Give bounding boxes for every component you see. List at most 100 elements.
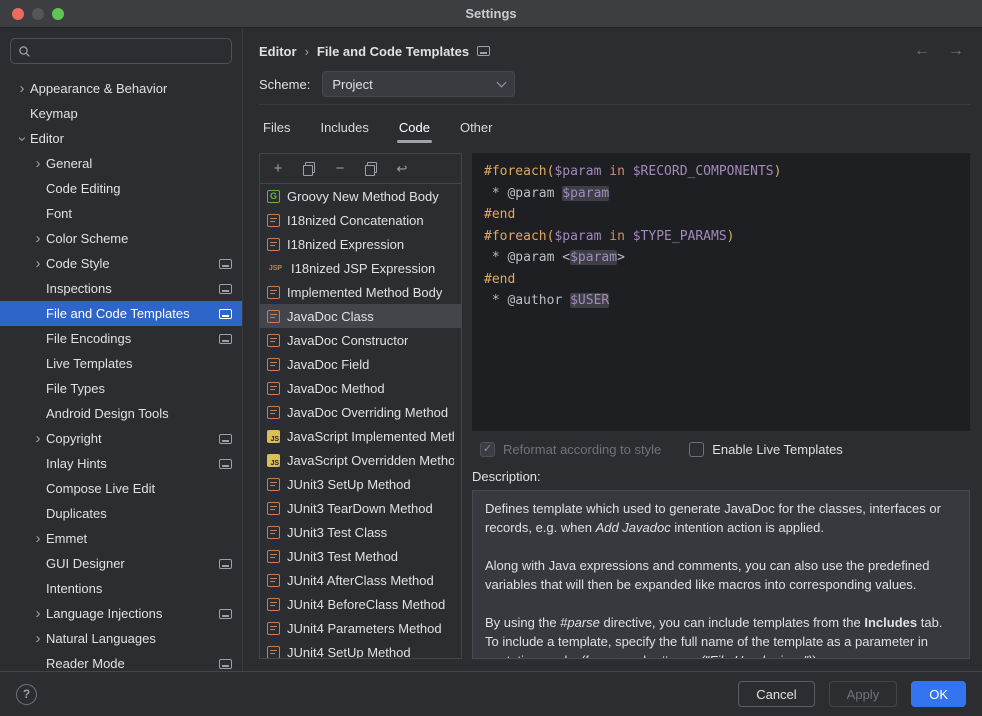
template-item-i18nized-concatenation[interactable]: I18nized Concatenation: [260, 208, 461, 232]
template-icon: [267, 334, 280, 347]
sidebar-item-inlay-hints[interactable]: Inlay Hints: [0, 451, 242, 476]
template-item-label: JavaDoc Field: [287, 357, 369, 372]
chevron-down-icon[interactable]: ›: [15, 131, 29, 147]
question-mark-icon: ?: [23, 687, 30, 701]
zoom-window-icon[interactable]: [52, 8, 64, 20]
sidebar-item-intentions[interactable]: Intentions: [0, 576, 242, 601]
template-item-label: Implemented Method Body: [287, 285, 442, 300]
template-item-i18nized-expression[interactable]: I18nized Expression: [260, 232, 461, 256]
sidebar-item-code-style[interactable]: ›Code Style: [0, 251, 242, 276]
sidebar-item-compose-live-edit[interactable]: Compose Live Edit: [0, 476, 242, 501]
sidebar-item-language-injections[interactable]: ›Language Injections: [0, 601, 242, 626]
sidebar-item-code-editing[interactable]: Code Editing: [0, 176, 242, 201]
sidebar-item-font[interactable]: Font: [0, 201, 242, 226]
revert-icon[interactable]: [394, 161, 410, 177]
chevron-right-icon[interactable]: ›: [14, 82, 30, 96]
template-item-junit4-setup-method[interactable]: JUnit4 SetUp Method: [260, 640, 461, 658]
search-icon: [18, 45, 31, 58]
sidebar-item-file-types[interactable]: File Types: [0, 376, 242, 401]
ok-button[interactable]: OK: [911, 681, 966, 707]
template-item-javadoc-constructor[interactable]: JavaDoc Constructor: [260, 328, 461, 352]
template-tabs: Files Includes Code Other: [259, 105, 970, 149]
forward-arrow-icon[interactable]: →: [948, 42, 964, 60]
sidebar-item-keymap[interactable]: Keymap: [0, 101, 242, 126]
template-editor[interactable]: #foreach($param in $RECORD_COMPONENTS) *…: [472, 153, 970, 431]
chevron-right-icon[interactable]: ›: [30, 257, 46, 271]
template-item-junit4-parameters-method[interactable]: JUnit4 Parameters Method: [260, 616, 461, 640]
template-item-junit4-beforeclass-method[interactable]: JUnit4 BeforeClass Method: [260, 592, 461, 616]
sidebar-item-inspections[interactable]: Inspections: [0, 276, 242, 301]
tab-files[interactable]: Files: [263, 105, 290, 149]
template-item-javadoc-class[interactable]: JavaDoc Class: [260, 304, 461, 328]
description-text: Defines template which used to generate …: [472, 490, 970, 659]
template-item-label: JUnit3 Test Class: [287, 525, 387, 540]
template-detail-pane: #foreach($param in $RECORD_COMPONENTS) *…: [472, 153, 970, 659]
breadcrumb-editor[interactable]: Editor: [259, 44, 297, 59]
checkbox-icon: ✓: [480, 442, 495, 457]
chevron-right-icon[interactable]: ›: [30, 432, 46, 446]
sidebar-item-label: Code Style: [46, 256, 110, 271]
jsp-icon: JSP: [267, 262, 284, 275]
reformat-checkbox: ✓ Reformat according to style: [480, 442, 661, 457]
sidebar-item-android-design-tools[interactable]: Android Design Tools: [0, 401, 242, 426]
sidebar-item-duplicates[interactable]: Duplicates: [0, 501, 242, 526]
enable-live-templates-checkbox[interactable]: Enable Live Templates: [689, 442, 843, 457]
chevron-right-icon[interactable]: ›: [30, 607, 46, 621]
sidebar-item-editor[interactable]: ›Editor: [0, 126, 242, 151]
duplicate-icon[interactable]: [363, 161, 379, 177]
template-item-junit3-setup-method[interactable]: JUnit3 SetUp Method: [260, 472, 461, 496]
minimize-window-icon: [32, 8, 44, 20]
template-item-javascript-implemented-method[interactable]: JSJavaScript Implemented Method: [260, 424, 461, 448]
screen-icon: [219, 309, 232, 319]
template-item-label: I18nized Expression: [287, 237, 404, 252]
template-item-label: JavaScript Overridden Method: [287, 453, 454, 468]
sidebar-item-file-encodings[interactable]: File Encodings: [0, 326, 242, 351]
sidebar-item-appearance-behavior[interactable]: ›Appearance & Behavior: [0, 76, 242, 101]
window-title: Settings: [465, 6, 516, 21]
add-icon[interactable]: [270, 161, 286, 177]
chevron-right-icon[interactable]: ›: [30, 532, 46, 546]
sidebar-item-label: File and Code Templates: [46, 306, 190, 321]
tab-code[interactable]: Code: [399, 105, 430, 149]
tab-other[interactable]: Other: [460, 105, 493, 149]
sidebar-item-label: Natural Languages: [46, 631, 156, 646]
settings-search-field[interactable]: [10, 38, 232, 64]
settings-search-input[interactable]: [36, 44, 224, 59]
back-arrow-icon[interactable]: ←: [914, 42, 930, 60]
template-item-junit3-teardown-method[interactable]: JUnit3 TearDown Method: [260, 496, 461, 520]
template-item-junit3-test-class[interactable]: JUnit3 Test Class: [260, 520, 461, 544]
template-icon: [267, 646, 280, 659]
sidebar-item-reader-mode[interactable]: Reader Mode: [0, 651, 242, 671]
template-item-javascript-overridden-method[interactable]: JSJavaScript Overridden Method: [260, 448, 461, 472]
template-item-junit4-afterclass-method[interactable]: JUnit4 AfterClass Method: [260, 568, 461, 592]
template-item-javadoc-method[interactable]: JavaDoc Method: [260, 376, 461, 400]
scheme-dropdown[interactable]: Project: [322, 71, 515, 97]
template-item-i18nized-jsp-expression[interactable]: JSPI18nized JSP Expression: [260, 256, 461, 280]
help-button[interactable]: ?: [16, 684, 37, 705]
template-item-javadoc-overriding-method[interactable]: JavaDoc Overriding Method: [260, 400, 461, 424]
checkbox-icon[interactable]: [689, 442, 704, 457]
sidebar-item-file-and-code-templates[interactable]: File and Code Templates: [0, 301, 242, 326]
chevron-right-icon[interactable]: ›: [30, 632, 46, 646]
sidebar-item-general[interactable]: ›General: [0, 151, 242, 176]
sidebar-item-color-scheme[interactable]: ›Color Scheme: [0, 226, 242, 251]
cancel-button[interactable]: Cancel: [738, 681, 814, 707]
sidebar-item-gui-designer[interactable]: GUI Designer: [0, 551, 242, 576]
tab-includes[interactable]: Includes: [320, 105, 368, 149]
sidebar-item-label: Language Injections: [46, 606, 162, 621]
close-window-icon[interactable]: [12, 8, 24, 20]
template-item-javadoc-field[interactable]: JavaDoc Field: [260, 352, 461, 376]
template-item-label: JavaDoc Constructor: [287, 333, 408, 348]
sidebar-item-live-templates[interactable]: Live Templates: [0, 351, 242, 376]
copy-icon[interactable]: [301, 161, 317, 177]
template-item-groovy-new-method-body[interactable]: GGroovy New Method Body: [260, 184, 461, 208]
remove-icon[interactable]: [332, 161, 348, 177]
template-item-implemented-method-body[interactable]: Implemented Method Body: [260, 280, 461, 304]
sidebar-item-natural-languages[interactable]: ›Natural Languages: [0, 626, 242, 651]
chevron-right-icon[interactable]: ›: [30, 232, 46, 246]
chevron-right-icon[interactable]: ›: [30, 157, 46, 171]
sidebar-item-emmet[interactable]: ›Emmet: [0, 526, 242, 551]
sidebar-item-copyright[interactable]: ›Copyright: [0, 426, 242, 451]
sidebar-item-label: Font: [46, 206, 72, 221]
template-item-junit3-test-method[interactable]: JUnit3 Test Method: [260, 544, 461, 568]
